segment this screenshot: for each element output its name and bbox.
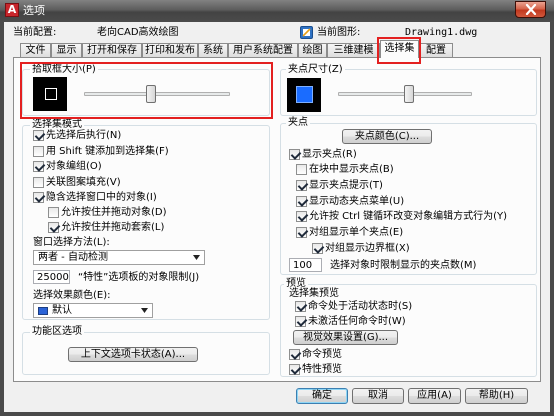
tab-user-preferences[interactable]: 用户系统配置	[228, 43, 298, 57]
apply-button[interactable]: 应用(A)	[408, 388, 461, 404]
tab-open-save[interactable]: 打开和保存	[82, 43, 142, 57]
property-preview-label: 特性预览	[302, 364, 342, 375]
chevron-down-icon	[193, 255, 200, 260]
grip-limit-value: 100	[293, 260, 313, 271]
window-selection-method-select[interactable]: 两者 - 自动检测	[33, 250, 205, 265]
tab-files[interactable]: 文件	[20, 43, 51, 57]
command-preview-checkbox[interactable]	[289, 349, 300, 360]
noun-verb-selection-label: 先选择后执行(N)	[46, 130, 122, 141]
object-limit-label: “特性”选项板的对象限制(J)	[78, 272, 200, 283]
associative-hatch-label: 关联图案填充(V)	[46, 177, 121, 188]
single-grip-groups-label: 对组显示单个夹点(E)	[309, 227, 404, 238]
current-profile-value: 老向CAD高效绘图	[97, 27, 179, 38]
tab-profiles[interactable]: 配置	[419, 43, 453, 57]
window-selection-method-value: 两者 - 自动检测	[38, 252, 108, 263]
property-preview-checkbox[interactable]	[289, 364, 300, 375]
visual-effect-settings-button[interactable]: 视觉效果设置(G)...	[293, 330, 398, 345]
close-icon	[525, 4, 537, 15]
implied-windowing-label: 隐含选择窗口中的对象(I)	[46, 192, 157, 203]
window-title: 选项	[23, 4, 45, 17]
contextual-tab-states-button[interactable]: 上下文选项卡状态(A)...	[68, 347, 198, 362]
dynamic-grip-menu-label: 显示动态夹点菜单(U)	[309, 196, 405, 207]
single-grip-groups-checkbox[interactable]	[296, 227, 307, 238]
color-swatch	[38, 307, 48, 315]
tab-plot-publish[interactable]: 打印和发布	[142, 43, 198, 57]
object-grouping-checkbox[interactable]	[33, 161, 44, 172]
press-drag-lasso-label: 允许按住并拖动套索(L)	[61, 222, 165, 233]
drawing-file-icon	[300, 26, 313, 39]
selection-preview-label: 选择集预览	[289, 288, 339, 299]
grips-title: 夹点	[286, 117, 310, 128]
grips-in-blocks-label: 在块中显示夹点(B)	[309, 164, 394, 175]
object-limit-value: 25000	[37, 272, 69, 283]
close-button[interactable]	[515, 1, 546, 18]
tab-system[interactable]: 系统	[198, 43, 228, 57]
grip-preview-square	[296, 86, 313, 103]
tab-drafting[interactable]: 绘图	[298, 43, 327, 57]
tab-display[interactable]: 显示	[51, 43, 82, 57]
press-drag-lasso-checkbox[interactable]	[48, 222, 59, 233]
grip-limit-input[interactable]: 100	[289, 258, 322, 272]
dynamic-grip-menu-checkbox[interactable]	[296, 196, 307, 207]
object-grouping-label: 对象编组(O)	[46, 161, 102, 172]
group-bounding-box-checkbox[interactable]	[312, 243, 323, 254]
tab-3d-modeling[interactable]: 三维建模	[327, 43, 380, 57]
press-drag-object-checkbox[interactable]	[48, 207, 59, 218]
help-button[interactable]: 帮助(H)	[465, 388, 528, 404]
implied-windowing-checkbox[interactable]	[33, 192, 44, 203]
object-limit-input[interactable]: 25000	[33, 270, 70, 284]
selection-effect-color-select[interactable]: 默认	[33, 303, 153, 318]
cancel-button[interactable]: 取消	[352, 388, 404, 404]
grip-tips-checkbox[interactable]	[296, 180, 307, 191]
highlight-pickbox-section	[20, 62, 273, 119]
grip-limit-label: 选择对象时限制显示的夹点数(M)	[330, 260, 477, 271]
drawing-file-icon-graphic	[300, 26, 313, 39]
selection-effect-color-label: 选择效果颜色(E):	[33, 290, 111, 301]
current-profile-label: 当前配置:	[13, 27, 57, 38]
app-logo-letter: A	[7, 3, 17, 16]
show-grips-checkbox[interactable]	[289, 149, 300, 160]
grip-size-slider-thumb[interactable]	[403, 85, 414, 103]
autocad-logo-icon: A	[5, 3, 19, 17]
highlight-selection-tab	[377, 37, 421, 64]
grip-size-label: 夹点尺寸(Z)	[286, 64, 345, 75]
grip-size-preview	[287, 78, 321, 112]
grip-tips-label: 显示夹点提示(T)	[309, 180, 383, 191]
press-drag-object-label: 允许按住并拖动对象(D)	[61, 207, 167, 218]
ctrl-cycling-label: 允许按 Ctrl 键循环改变对象编辑方式行为(Y)	[309, 211, 508, 222]
current-drawing-label: 当前图形:	[317, 27, 361, 38]
ctrl-cycling-checkbox[interactable]	[296, 211, 307, 222]
preview-no-command-label: 未激活任何命令时(W)	[308, 316, 406, 327]
window-selection-method-label: 窗口选择方法(L):	[33, 237, 110, 248]
preview-command-active-checkbox[interactable]	[295, 301, 306, 312]
group-bounding-box-label: 对组显示边界框(X)	[325, 243, 410, 254]
preview-no-command-checkbox[interactable]	[295, 316, 306, 327]
command-preview-label: 命令预览	[302, 349, 342, 360]
title-bar[interactable]	[0, 0, 554, 22]
shift-add-label: 用 Shift 键添加到选择集(F)	[46, 146, 169, 157]
ribbon-options-title: 功能区选项	[30, 326, 84, 337]
grips-in-blocks-checkbox[interactable]	[296, 164, 307, 175]
ok-button[interactable]: 确定	[296, 388, 348, 404]
show-grips-label: 显示夹点(R)	[302, 149, 357, 160]
noun-verb-selection-checkbox[interactable]	[33, 130, 44, 141]
selection-modes-title: 选择集模式	[30, 119, 84, 130]
associative-hatch-checkbox[interactable]	[33, 177, 44, 188]
options-dialog: A 选项 当前配置: 老向CAD高效绘图 当前图形: Drawing1.dwg …	[0, 0, 554, 416]
selection-effect-color-value: 默认	[52, 305, 72, 316]
preview-command-active-label: 命令处于活动状态时(S)	[308, 301, 413, 312]
chevron-down-icon	[141, 308, 148, 313]
shift-add-checkbox[interactable]	[33, 146, 44, 157]
grip-size-slider[interactable]	[338, 85, 472, 103]
grip-colors-button[interactable]: 夹点颜色(C)...	[342, 129, 432, 144]
